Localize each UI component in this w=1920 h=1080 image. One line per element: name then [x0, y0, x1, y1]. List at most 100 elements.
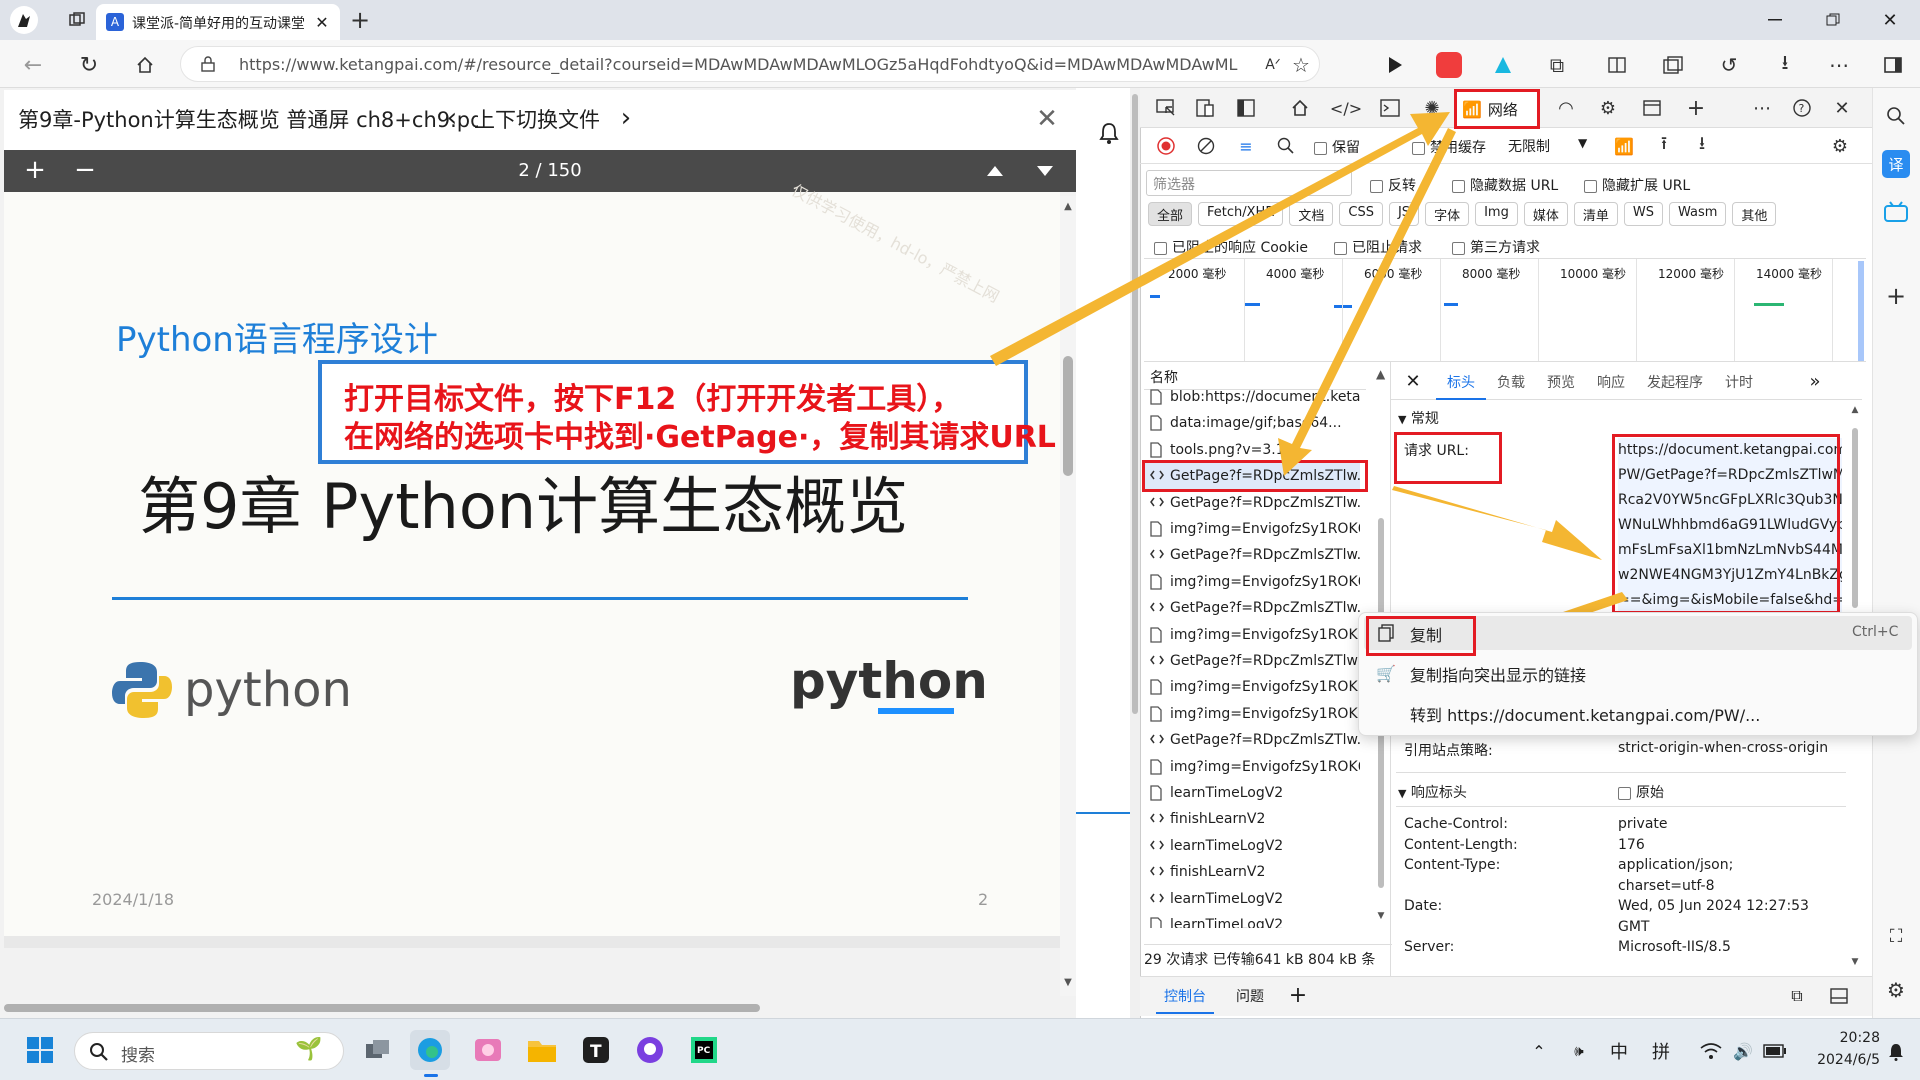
request-row[interactable]: GetPage?f=RDpcZmlsZTlw... [1144, 595, 1360, 621]
play-icon[interactable] [1380, 50, 1410, 80]
network-conditions-icon[interactable]: 📶 [1608, 130, 1640, 162]
more-tools-plus-icon[interactable]: + [1680, 92, 1712, 124]
timeline-handle[interactable] [1858, 261, 1864, 361]
inspect-icon[interactable] [1150, 92, 1182, 124]
next-file-icon[interactable]: › [616, 103, 636, 133]
tab-close-icon[interactable]: ✕ [312, 12, 332, 32]
request-row[interactable]: img?img=EnvigofzSy1ROK6... [1144, 622, 1360, 648]
raw-checkbox[interactable]: 原始 [1618, 782, 1664, 802]
request-row[interactable]: learnTimeLogV2 [1144, 886, 1360, 912]
help-icon[interactable]: ? [1786, 92, 1818, 124]
scroll-down-icon[interactable]: ▼ [1062, 976, 1074, 988]
drawer-close-icon[interactable] [1826, 984, 1852, 1008]
more-tabs-icon[interactable]: » [1802, 368, 1828, 394]
file-explorer-icon[interactable] [522, 1030, 562, 1070]
request-row[interactable]: img?img=EnvigofzSy1ROK6... [1144, 754, 1360, 780]
type-filter-chip[interactable]: 字体 [1425, 202, 1470, 226]
type-filter-chip[interactable]: Fetch/XHR [1198, 202, 1284, 226]
drawer-tab-issues[interactable]: 问题 [1236, 986, 1264, 1006]
dock-icon[interactable] [1230, 92, 1262, 124]
speaker-tray-icon[interactable]: 🔊 [1730, 1038, 1756, 1064]
type-filter-chip[interactable]: 清单 [1573, 202, 1618, 226]
filter-toggle-icon[interactable]: ≡ [1230, 130, 1262, 162]
detail-tab[interactable]: 响应 [1586, 362, 1636, 400]
type-filter-chip[interactable]: Img [1475, 202, 1518, 226]
throttle-select[interactable]: 无限制 ▼ [1508, 136, 1588, 156]
zoom-out-icon[interactable]: − [70, 155, 100, 185]
back-icon[interactable]: ← [18, 50, 48, 80]
sources-bug-icon[interactable]: ✺ [1416, 92, 1448, 124]
type-filter-chip[interactable]: 其他 [1732, 202, 1777, 226]
type-filter-chip[interactable]: JS [1388, 202, 1420, 226]
request-row[interactable]: finishLearnV2 [1144, 859, 1360, 885]
lock-icon[interactable] [199, 55, 217, 73]
third-party-checkbox[interactable]: 第三方请求 [1452, 237, 1540, 257]
blocked-requests-checkbox[interactable]: 已阻止请求 [1334, 237, 1422, 257]
url-text[interactable]: https://www.ketangpai.com/#/resource_det… [239, 55, 1239, 74]
prev-file-icon[interactable]: ‹ [442, 103, 462, 133]
clear-icon[interactable] [1190, 130, 1222, 162]
tray-overflow-icon[interactable]: ⌃ [1526, 1038, 1552, 1064]
request-row[interactable]: GetPage?f=RDpcZmlsZTlw... [1144, 490, 1360, 516]
name-column-header[interactable]: 名称 ▲ [1144, 364, 1385, 390]
extension-red-icon[interactable] [1436, 52, 1462, 78]
drawer-add-icon[interactable]: + [1286, 982, 1310, 1008]
typora-app-icon[interactable]: T [576, 1030, 616, 1070]
page-scrollbar[interactable] [1130, 88, 1140, 1018]
disable-cache-checkbox[interactable]: 禁用缓存 [1412, 137, 1486, 157]
task-view-icon[interactable] [358, 1030, 398, 1070]
sidebar-toggle-icon[interactable] [1880, 52, 1906, 78]
switch-file-label[interactable]: 上下切换文件 [474, 104, 614, 134]
close-window-icon[interactable]: ✕ [1875, 6, 1905, 34]
pycharm-app-icon[interactable]: PC [684, 1030, 724, 1070]
edge-app-icon[interactable] [410, 1030, 450, 1070]
home-icon[interactable] [130, 50, 160, 80]
request-row[interactable]: finishLearnV2 [1144, 806, 1360, 832]
detail-scroll-up-icon[interactable]: ▲ [1850, 404, 1860, 416]
device-icon[interactable] [1190, 92, 1222, 124]
preserve-log-checkbox[interactable]: 保留 [1314, 137, 1360, 157]
detail-tab[interactable]: 预览 [1536, 362, 1586, 400]
page-scroll-thumb[interactable] [1132, 94, 1138, 714]
page-current[interactable]: 2 [518, 160, 529, 181]
address-bar[interactable]: https://www.ketangpai.com/#/resource_det… [180, 46, 1320, 82]
request-row[interactable]: learnTimeLogV2 [1144, 780, 1360, 806]
type-filter-chip[interactable]: 全部 [1148, 202, 1193, 226]
import-har-icon[interactable]: ⭱ [1648, 130, 1680, 162]
devtools-close-icon[interactable]: ✕ [1826, 92, 1858, 124]
request-row[interactable]: GetPage?f=RDpcZmlsZTlw... [1144, 727, 1360, 753]
request-row[interactable]: img?img=EnvigofzSy1ROK6 [1144, 701, 1360, 727]
prev-page-icon[interactable] [980, 158, 1010, 184]
request-row[interactable]: img?img=EnvigofzSy1ROK6... [1144, 569, 1360, 595]
context-menu-copy-link[interactable]: 🛒 复制指向突出显示的链接 [1364, 656, 1912, 690]
sidebar-translate-icon[interactable]: 译 [1882, 150, 1910, 178]
next-page-icon[interactable] [1030, 158, 1060, 184]
context-menu-goto[interactable]: 转到 https://document.ketangpai.com/PW/... [1364, 696, 1912, 730]
restore-icon[interactable] [1818, 6, 1848, 34]
request-row[interactable]: data:image/gif;base64... [1144, 410, 1360, 436]
application-icon[interactable] [1636, 92, 1668, 124]
notification-bell-icon[interactable] [1096, 120, 1122, 146]
drawer-tab-console[interactable]: 控制台 [1164, 986, 1206, 1006]
close-viewer-icon[interactable]: ✕ [1032, 104, 1062, 134]
invert-checkbox[interactable]: 反转 [1370, 175, 1416, 195]
type-filter-chip[interactable]: CSS [1339, 202, 1383, 226]
search-net-icon[interactable] [1270, 130, 1302, 162]
download-icon[interactable]: ⭳ [1772, 50, 1798, 78]
request-row[interactable]: tools.png?v=3.1 [1144, 437, 1360, 463]
clock-time[interactable]: 20:28 [1826, 1030, 1880, 1046]
extensions-icon[interactable]: ⧉ [1544, 52, 1570, 78]
type-filter-chip[interactable]: 文档 [1289, 202, 1334, 226]
console-icon[interactable] [1374, 92, 1406, 124]
zoom-in-icon[interactable]: + [20, 155, 50, 185]
type-filter-chip[interactable]: WS [1623, 202, 1663, 226]
export-har-icon[interactable]: ⭳ [1686, 130, 1718, 162]
request-scroll-down-icon[interactable]: ▼ [1376, 910, 1386, 922]
sidebar-add-icon[interactable]: + [1882, 282, 1910, 310]
workspaces-icon[interactable] [64, 8, 90, 32]
detail-scroll-down-icon[interactable]: ▼ [1850, 956, 1860, 968]
new-tab-icon[interactable]: + [346, 6, 374, 34]
battery-tray-icon[interactable] [1762, 1038, 1788, 1064]
github-app-icon[interactable] [630, 1030, 670, 1070]
sidebar-bilibili-icon[interactable] [1882, 198, 1910, 226]
